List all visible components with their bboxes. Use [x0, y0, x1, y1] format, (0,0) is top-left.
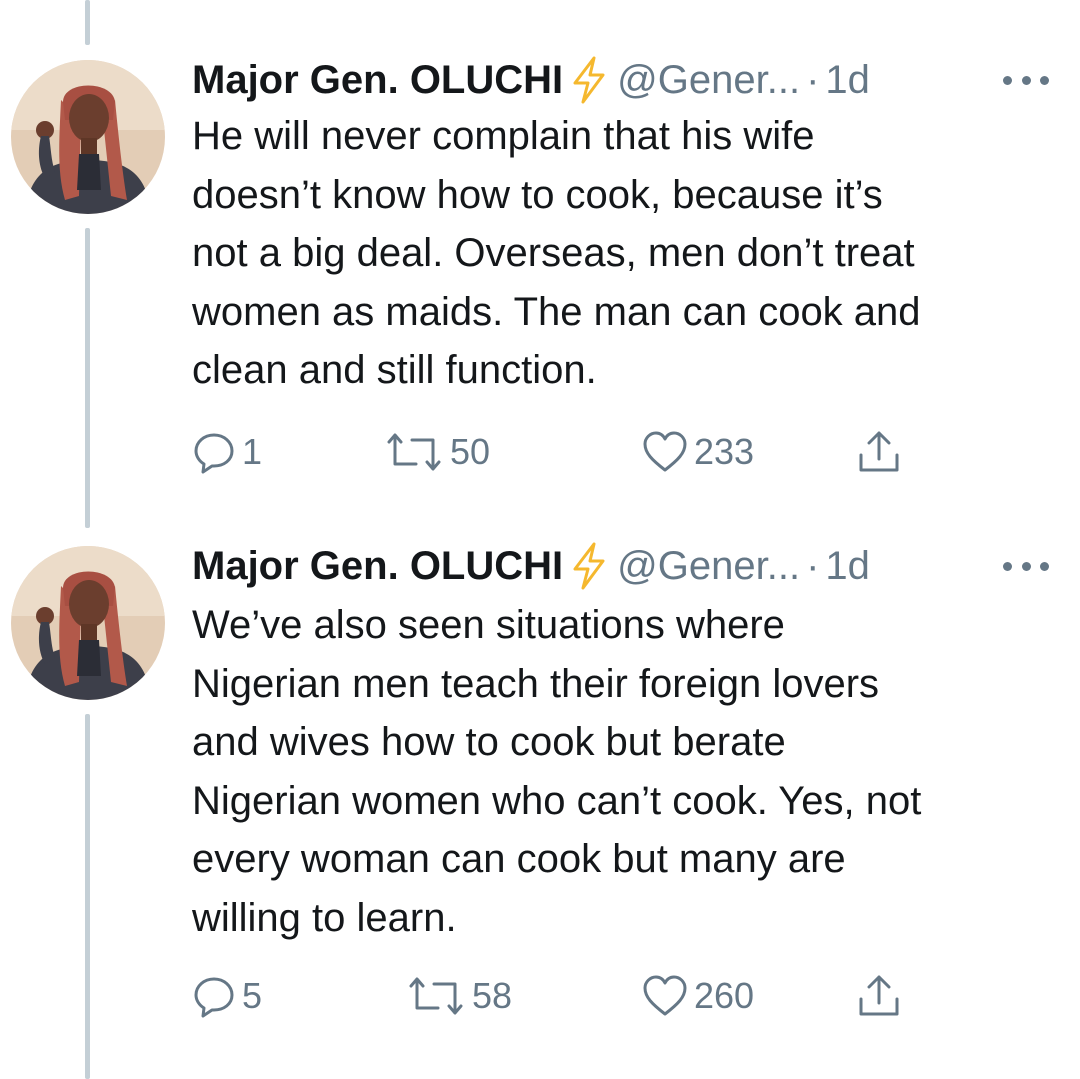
retweet-count: 58 — [472, 975, 513, 1016]
tweet-text-line: not a big deal. Overseas, men don’t trea… — [192, 231, 915, 275]
tweet-text-line: doesn’t know how to cook, because it’s — [192, 172, 883, 217]
tweet-text-line: and wives how to cook but berate — [192, 720, 786, 764]
reply-count: 5 — [242, 975, 263, 1016]
tweet-actions: 5 58 260 — [192, 971, 932, 1021]
avatar[interactable] — [11, 60, 165, 214]
timestamp[interactable]: 1d — [825, 544, 870, 589]
avatar-image — [11, 60, 165, 214]
like-count: 233 — [694, 431, 755, 472]
share-icon — [859, 975, 899, 1016]
thread-line-top — [85, 0, 90, 45]
like-button[interactable]: 233 — [642, 427, 754, 477]
like-count: 260 — [694, 975, 755, 1016]
tweet-text: He will never complain that his wife doe… — [192, 107, 1062, 400]
avatar[interactable] — [11, 546, 165, 700]
tweet[interactable]: Major Gen. OLUCHI @Gener... · 1d We’ve a… — [0, 539, 1080, 1039]
lightning-bolt-icon — [569, 56, 609, 104]
timestamp[interactable]: 1d — [825, 58, 870, 103]
share-button[interactable] — [856, 971, 902, 1021]
avatar-image — [11, 546, 165, 700]
lightning-bolt-icon — [569, 542, 609, 590]
tweet-text-line: Nigerian men teach their foreign lovers — [192, 661, 880, 706]
separator-dot: · — [806, 57, 820, 102]
like-button[interactable]: 260 — [642, 971, 754, 1021]
user-handle[interactable]: @Gener... — [617, 58, 800, 103]
retweet-button[interactable]: 58 — [406, 971, 512, 1021]
reply-button[interactable]: 5 — [192, 971, 262, 1021]
retweet-icon — [387, 433, 441, 471]
tweet-text-line: willing to learn. — [192, 895, 457, 940]
more-dots-icon[interactable] — [1003, 539, 1049, 593]
display-name[interactable]: Major Gen. OLUCHI — [192, 58, 563, 103]
separator-dot: · — [806, 543, 820, 588]
retweet-button[interactable]: 50 — [384, 427, 490, 477]
reply-icon — [194, 433, 234, 474]
reply-button[interactable]: 1 — [192, 427, 262, 477]
display-name[interactable]: Major Gen. OLUCHI — [192, 544, 563, 589]
heart-icon — [643, 975, 687, 1016]
retweet-icon — [409, 977, 463, 1015]
reply-count: 1 — [242, 431, 263, 472]
tweet-text-line: clean and still function. — [192, 348, 597, 392]
more-dots-icon[interactable] — [1003, 53, 1049, 107]
tweet-text-line: We’ve also seen situations where — [192, 603, 785, 647]
heart-icon — [643, 431, 687, 472]
tweet-text-line: He will never complain that his wife — [192, 114, 815, 158]
user-handle[interactable]: @Gener... — [617, 544, 800, 589]
tweet-text-line: every woman can cook but many are — [192, 837, 846, 881]
tweet-text-line: women as maids. The man can cook and — [192, 289, 921, 334]
tweet[interactable]: Major Gen. OLUCHI @Gener... · 1d He will… — [0, 53, 1080, 483]
tweet-header: Major Gen. OLUCHI @Gener... · 1d — [192, 539, 870, 593]
tweet-actions: 1 50 233 — [192, 427, 932, 477]
tweet-text-line: Nigerian women who can’t cook. Yes, not — [192, 778, 922, 823]
reply-icon — [194, 977, 234, 1018]
tweet-text: We’ve also seen situations where Nigeria… — [192, 596, 1062, 947]
tweet-header: Major Gen. OLUCHI @Gener... · 1d — [192, 53, 870, 107]
share-button[interactable] — [856, 427, 902, 477]
share-icon — [859, 431, 899, 472]
retweet-count: 50 — [450, 431, 491, 472]
